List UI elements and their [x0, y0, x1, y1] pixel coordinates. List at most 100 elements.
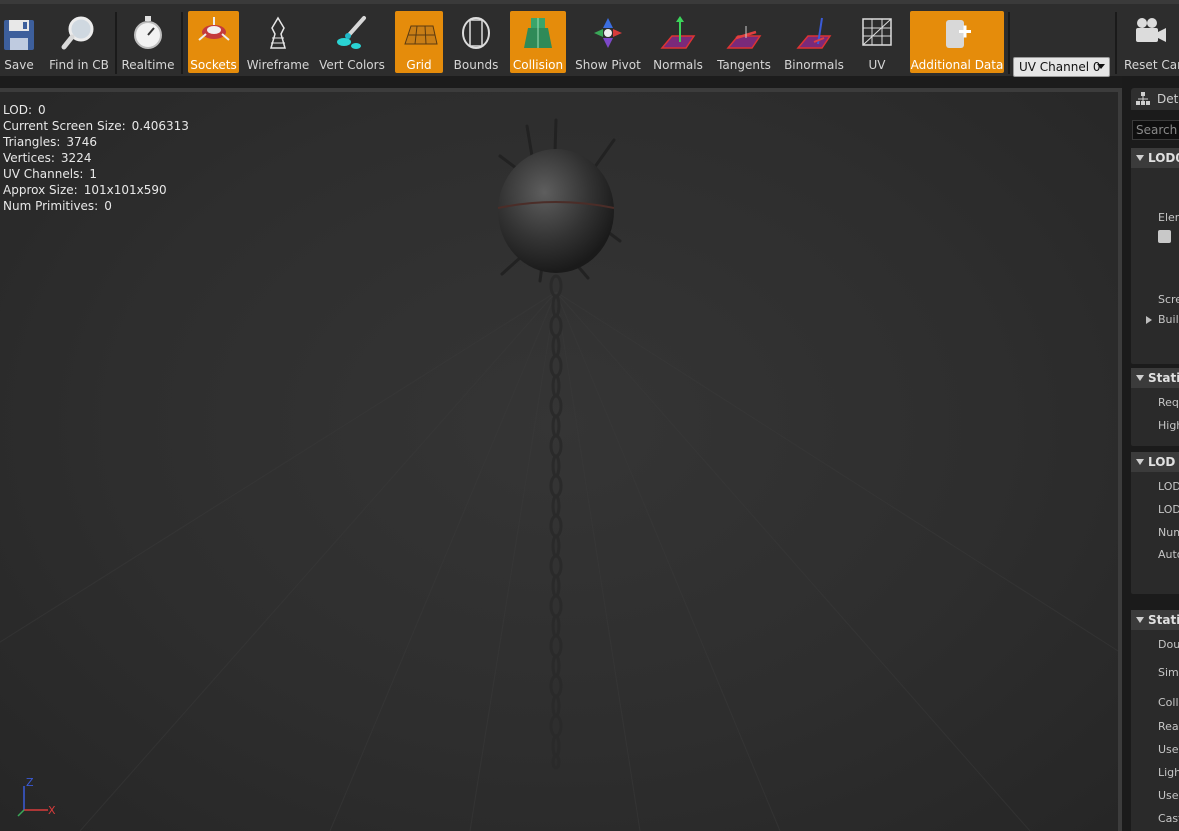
save-button[interactable]: Save	[0, 11, 38, 73]
uv-channel-value: UV Channel 0	[1019, 60, 1101, 74]
save-icon	[4, 20, 34, 50]
axis-gizmo: Z X	[17, 776, 56, 817]
stopwatch-icon	[134, 16, 162, 49]
reset-camera-button[interactable]: Reset Cam	[1120, 11, 1179, 73]
uv-label: UV	[868, 58, 886, 72]
lod0-build-settings-label: Build	[1158, 313, 1179, 326]
static-mesh-editor: Save Find in CB Realtime Sockets Wirefra…	[0, 0, 1179, 831]
simple-collision-label: Simp	[1158, 666, 1179, 679]
use-setting-label: Use	[1158, 743, 1179, 756]
save-label: Save	[4, 58, 34, 72]
bounds-label: Bounds	[453, 58, 499, 72]
additional-data-icon	[946, 20, 971, 48]
flail-mesh-preview	[497, 118, 622, 770]
section-lod-settings: LOD S LOD LOD Num Auto	[1131, 452, 1179, 594]
stat-lod: LOD: 0	[3, 103, 46, 117]
wireframe-icon	[270, 16, 286, 49]
collapse-arrow-icon	[1136, 459, 1144, 465]
realtime-label: Real	[1158, 720, 1179, 733]
section-static-mesh-settings: Static Doub Simp Colli Real Use Ligh Use…	[1131, 610, 1179, 831]
viewport[interactable]: LOD: 0 Current Screen Size: 0.406313 Trian…	[0, 92, 1118, 831]
lod0-screen-size-label: Scre	[1158, 293, 1179, 306]
axis-z-label: Z	[26, 776, 34, 789]
vert-colors-label: Vert Colors	[319, 58, 385, 72]
toolbar: Save Find in CB Realtime Sockets Wirefra…	[0, 0, 1179, 77]
stat-uv-channels: UV Channels: 1	[3, 167, 98, 181]
collapse-arrow-icon	[1136, 155, 1144, 161]
requires-label: Requ	[1158, 396, 1179, 409]
collision-icon	[524, 18, 552, 48]
section-lod0-header[interactable]: LOD0	[1131, 148, 1179, 168]
expand-arrow-icon[interactable]	[1146, 316, 1152, 324]
bounds-icon	[462, 17, 490, 49]
stat-triangles: Triangles: 3746	[3, 135, 97, 149]
use-setting-label-2: Use	[1158, 789, 1179, 802]
vert-colors-icon	[337, 16, 366, 49]
stat-approx-size: Approx Size: 101x101x590	[3, 183, 167, 197]
collapse-arrow-icon	[1136, 617, 1144, 623]
sockets-icon	[197, 17, 230, 41]
realtime-label: Realtime	[121, 58, 175, 72]
normals-button[interactable]: Normals	[650, 11, 706, 73]
toolbar-separator	[115, 12, 117, 74]
section-lod-settings-header[interactable]: LOD S	[1131, 452, 1179, 472]
grid-button[interactable]: Grid	[395, 11, 443, 73]
additional-data-button[interactable]: Additional Data	[910, 11, 1004, 73]
pivot-icon	[594, 18, 622, 48]
stat-screen-size: Current Screen Size: 0.406313	[3, 119, 189, 133]
tangents-icon	[726, 26, 762, 49]
double-sided-label: Doub	[1158, 638, 1179, 651]
binormals-icon	[796, 17, 832, 49]
section-static-mesh-header[interactable]: Static	[1131, 368, 1179, 388]
num-lods-label: Num	[1158, 526, 1179, 539]
find-in-cb-button[interactable]: Find in CB	[46, 11, 112, 73]
toolbar-separator	[1115, 12, 1117, 74]
wireframe-button[interactable]: Wireframe	[246, 11, 310, 73]
section-static-mesh-settings-header[interactable]: Static	[1131, 610, 1179, 630]
vert-colors-button[interactable]: Vert Colors	[318, 11, 386, 73]
uv-channel-select[interactable]: UV Channel 0	[1013, 57, 1110, 77]
uv-icon	[862, 18, 892, 46]
bounds-button[interactable]: Bounds	[450, 11, 502, 73]
cast-shadow-label: Cast	[1158, 812, 1179, 825]
light-map-label: Ligh	[1158, 766, 1179, 779]
sockets-button[interactable]: Sockets	[188, 11, 239, 73]
collision-label: Collision	[512, 58, 564, 72]
hierarchy-icon	[1136, 92, 1150, 105]
camera-icon	[1136, 18, 1166, 42]
binormals-label: Binormals	[784, 58, 844, 72]
grid-icon	[404, 25, 438, 45]
lod0-element-label: Elem	[1158, 211, 1179, 224]
mesh-stats-overlay: LOD: 0 Current Screen Size: 0.406313 Trian…	[3, 102, 189, 214]
grid-label: Grid	[406, 58, 432, 72]
collision-complexity-label: Colli	[1158, 696, 1179, 709]
reset-camera-label: Reset Cam	[1124, 58, 1179, 72]
auto-compute-label: Auto	[1158, 548, 1179, 561]
show-pivot-label: Show Pivot	[575, 58, 641, 72]
sockets-label: Sockets	[190, 58, 237, 72]
wireframe-label: Wireframe	[246, 58, 310, 72]
tab-details-label: Details	[1157, 92, 1179, 106]
stat-num-primitives: Num Primitives: 0	[3, 199, 112, 213]
chevron-down-icon	[1097, 64, 1105, 69]
details-search-input[interactable]: Search	[1132, 120, 1179, 140]
axis-x-label: X	[48, 804, 56, 817]
uv-button[interactable]: UV	[854, 11, 900, 73]
collision-button[interactable]: Collision	[510, 11, 566, 73]
stat-vertices: Vertices: 3224	[3, 151, 92, 165]
toolbar-separator	[181, 12, 183, 74]
binormals-button[interactable]: Binormals	[782, 11, 846, 73]
lod-group-label: LOD	[1158, 480, 1179, 493]
toolbar-separator	[1008, 12, 1010, 74]
realtime-button[interactable]: Realtime	[120, 11, 176, 73]
section-lod0: LOD0 Elem Scre Build	[1131, 148, 1179, 364]
section-static-mesh: Static Requ High	[1131, 368, 1179, 446]
tangents-button[interactable]: Tangents	[713, 11, 775, 73]
tab-details[interactable]: Details	[1131, 88, 1179, 110]
details-panel: Details Search LOD0 Elem Scre Build Stat…	[1122, 76, 1179, 831]
show-pivot-button[interactable]: Show Pivot	[573, 11, 643, 73]
find-in-cb-label: Find in CB	[49, 58, 109, 72]
high-precision-label: High	[1158, 419, 1179, 432]
lod0-checkbox[interactable]	[1158, 230, 1171, 243]
magnifier-icon	[61, 16, 94, 50]
